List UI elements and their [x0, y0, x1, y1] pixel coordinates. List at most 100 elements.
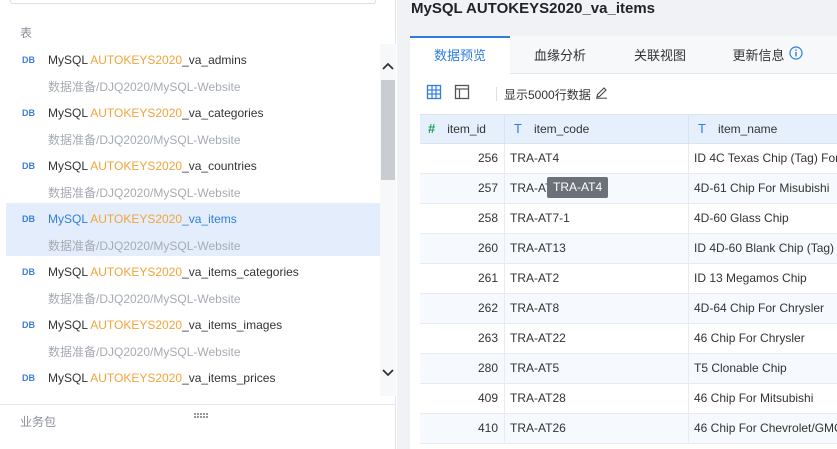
cell-item-id[interactable]: 262 — [420, 294, 505, 323]
tab-related-views[interactable]: 关联视图 — [610, 36, 710, 74]
column-header-item-code[interactable]: Titem_code — [505, 115, 689, 143]
database-icon: DB — [22, 214, 35, 224]
table-list-item[interactable]: DB MySQL AUTOKEYS2020_va_admins 数据准备/DJQ20… — [6, 44, 380, 97]
table-path: 数据准备/DJQ2020/MySQL-Website — [48, 133, 241, 147]
table-name: MySQL AUTOKEYS2020_va_countries — [48, 159, 257, 173]
table-row[interactable]: 257 TRA-AT1 4D-61 Chip For Misubishi — [420, 174, 837, 204]
cell-item-name[interactable]: ID 4C Texas Chip (Tag) For — [689, 144, 837, 173]
scroll-up-icon[interactable] — [381, 59, 395, 73]
table-name: MySQL AUTOKEYS2020_va_items_images — [48, 318, 283, 332]
cell-item-id[interactable]: 261 — [420, 264, 505, 293]
cell-item-id[interactable]: 280 — [420, 354, 505, 383]
table-row[interactable]: 263 TRA-AT22 46 Chip For Chrysler — [420, 324, 837, 354]
number-type-icon: # — [428, 121, 436, 136]
cell-item-id[interactable]: 258 — [420, 204, 505, 233]
cell-item-code[interactable]: TRA-AT13 — [505, 234, 689, 263]
text-type-icon: T — [698, 121, 706, 136]
column-header-item-id[interactable]: # item_id — [420, 115, 505, 143]
grid-header: # item_id Titem_code Titem_name — [420, 114, 837, 144]
field-list-view-icon[interactable] — [454, 84, 470, 100]
cell-item-code[interactable]: TRA-AT26 — [505, 414, 689, 443]
cell-item-name[interactable]: 4D-60 Glass Chip — [689, 204, 837, 233]
cell-item-id[interactable]: 257 — [420, 174, 505, 203]
cell-item-name[interactable]: 4D-64 Chip For Chrysler — [689, 294, 837, 323]
scroll-down-icon[interactable] — [381, 366, 395, 380]
table-row[interactable]: 260 TRA-AT13 ID 4D-60 Blank Chip (Tag) — [420, 234, 837, 264]
cell-item-name[interactable]: 4D-61 Chip For Misubishi — [689, 174, 837, 203]
table-row[interactable]: 280 TRA-AT5 T5 Clonable Chip — [420, 354, 837, 384]
detail-panel: MySQL AUTOKEYS2020_va_items 数据预览 血缘分析 关联… — [397, 0, 837, 449]
section-tables-label: 表 — [20, 26, 33, 40]
app-root: 表 DB MySQL AUTOKEYS2020_va_admins 数据准备/DJQ… — [0, 0, 837, 449]
cell-item-name[interactable]: 46 Chip For Chrysler — [689, 324, 837, 353]
table-list-item[interactable]: DB MySQL AUTOKEYS2020_va_items_prices — [6, 362, 380, 396]
cell-item-name[interactable]: ID 4D-60 Blank Chip (Tag) — [689, 234, 837, 263]
table-list-item[interactable]: DB MySQL AUTOKEYS2020_va_countries 数据准备/DJ… — [6, 150, 380, 203]
scroll-thumb[interactable] — [381, 80, 395, 180]
cell-item-name[interactable]: 46 Chip For Mitsubishi — [689, 384, 837, 413]
search-highlight: AUTOKEYS2020 — [90, 265, 183, 279]
data-grid: # item_id Titem_code Titem_name 256 TRA-AT… — [420, 114, 837, 444]
table-path: 数据准备/DJQ2020/MySQL-Website — [48, 239, 241, 253]
cell-item-id[interactable]: 260 — [420, 234, 505, 263]
database-icon: DB — [22, 55, 35, 65]
edit-icon[interactable] — [595, 86, 608, 102]
panel-divider — [0, 404, 396, 405]
table-name: MySQL AUTOKEYS2020_va_items_prices — [48, 371, 276, 385]
resize-grip-icon[interactable] — [194, 406, 208, 418]
cell-item-code[interactable]: TRA-AT4 — [505, 144, 689, 173]
table-list-item[interactable]: DB MySQL AUTOKEYS2020_va_items_images 数据准备… — [6, 309, 380, 362]
cell-item-id[interactable]: 256 — [420, 144, 505, 173]
cell-item-name[interactable]: ID 13 Megamos Chip — [689, 264, 837, 293]
table-name: MySQL AUTOKEYS2020_va_categories — [48, 106, 264, 120]
preview-toolbar: 显示5000行数据 — [410, 74, 837, 114]
cell-item-code[interactable]: TRA-AT7-1 — [505, 204, 689, 233]
table-row[interactable]: 256 TRA-AT4 ID 4C Texas Chip (Tag) For — [420, 144, 837, 174]
table-list-item[interactable]: DB MySQL AUTOKEYS2020_va_items 数据准备/DJQ202… — [6, 203, 380, 256]
table-row[interactable]: 409 TRA-AT28 46 Chip For Mitsubishi — [420, 384, 837, 414]
database-icon: DB — [22, 108, 35, 118]
cell-item-code[interactable]: TRA-AT28 — [505, 384, 689, 413]
grid-view-icon[interactable] — [426, 84, 442, 100]
column-label: item_id — [447, 122, 486, 136]
database-icon: DB — [22, 320, 35, 330]
search-highlight: AUTOKEYS2020 — [90, 318, 183, 332]
cell-item-code[interactable]: TRA-AT5 — [505, 354, 689, 383]
cell-item-name[interactable]: T5 Clonable Chip — [689, 354, 837, 383]
cell-item-code[interactable]: TRA-AT22 — [505, 324, 689, 353]
info-icon[interactable] — [788, 36, 803, 76]
tab-data-preview[interactable]: 数据预览 — [410, 36, 510, 74]
cell-item-id[interactable]: 409 — [420, 384, 505, 413]
tree-scrollbar[interactable] — [380, 44, 396, 396]
tab-update-info[interactable]: 更新信息 — [710, 36, 825, 74]
cell-tooltip: TRA-AT4 — [547, 177, 609, 198]
column-label: item_name — [717, 122, 778, 136]
show-rows-setting[interactable]: 显示5000行数据 — [504, 86, 608, 103]
grid-body: 256 TRA-AT4 ID 4C Texas Chip (Tag) For 257 T… — [420, 144, 837, 444]
text-type-icon: T — [514, 121, 522, 136]
table-tree: DB MySQL AUTOKEYS2020_va_admins 数据准备/DJQ20… — [6, 44, 380, 396]
table-row[interactable]: 261 TRA-AT2 ID 13 Megamos Chip — [420, 264, 837, 294]
table-name: MySQL AUTOKEYS2020_va_items_categories — [48, 265, 299, 279]
cell-item-code[interactable]: TRA-AT2 — [505, 264, 689, 293]
cell-item-name[interactable]: 46 Chip For Chevrolet/GMC — [689, 414, 837, 443]
table-list-item[interactable]: DB MySQL AUTOKEYS2020_va_items_categories… — [6, 256, 380, 309]
table-row[interactable]: 258 TRA-AT7-1 4D-60 Glass Chip — [420, 204, 837, 234]
table-list-panel: 表 DB MySQL AUTOKEYS2020_va_admins 数据准备/DJQ… — [0, 0, 396, 449]
tab-label: 血缘分析 — [533, 48, 586, 63]
search-box[interactable] — [10, 0, 376, 4]
toolbar-separator — [496, 87, 497, 101]
table-path: 数据准备/DJQ2020/MySQL-Website — [48, 186, 241, 200]
cell-item-id[interactable]: 263 — [420, 324, 505, 353]
table-row[interactable]: 410 TRA-AT26 46 Chip For Chevrolet/GMC — [420, 414, 837, 444]
cell-item-id[interactable]: 410 — [420, 414, 505, 443]
table-list-item[interactable]: DB MySQL AUTOKEYS2020_va_categories 数据准备/D… — [6, 97, 380, 150]
tab-lineage[interactable]: 血缘分析 — [510, 36, 610, 74]
column-header-item-name[interactable]: Titem_name — [689, 115, 837, 143]
cell-item-code[interactable]: TRA-AT8 — [505, 294, 689, 323]
search-highlight: AUTOKEYS2020 — [90, 106, 183, 120]
table-path: 数据准备/DJQ2020/MySQL-Website — [48, 80, 241, 94]
table-row[interactable]: 262 TRA-AT8 4D-64 Chip For Chrysler — [420, 294, 837, 324]
show-rows-label: 显示5000行数据 — [504, 88, 591, 102]
database-icon: DB — [22, 267, 35, 277]
